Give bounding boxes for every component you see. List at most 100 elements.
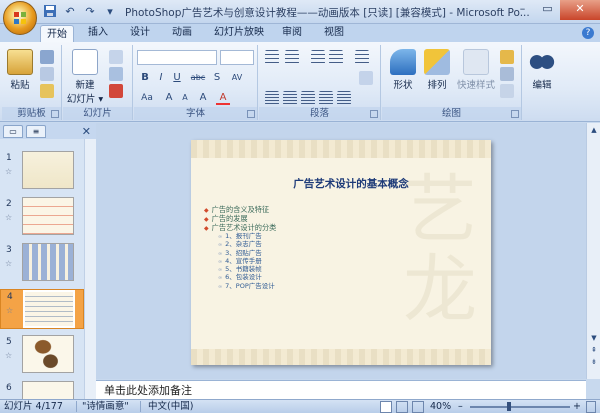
slide-title[interactable]: 广告艺术设计的基本概念	[231, 176, 471, 191]
animation-star-icon: ☆	[6, 306, 14, 315]
theme-name[interactable]: "诗情画意"	[82, 401, 129, 413]
slide-thumbnail[interactable]: 3 ☆	[0, 243, 84, 283]
shrink-font-button[interactable]: A	[178, 91, 192, 105]
align-right-icon[interactable]	[301, 91, 315, 105]
bullet-item: ◆ 广告艺术设计的分类	[204, 223, 277, 232]
paragraph-launcher-icon[interactable]	[370, 110, 378, 118]
minimize-button[interactable]: –	[510, 0, 535, 20]
tab-design[interactable]: 设计	[124, 24, 156, 42]
zoom-slider[interactable]	[470, 406, 570, 408]
save-icon[interactable]	[42, 4, 58, 20]
slide-thumbnail[interactable]: 6	[0, 381, 84, 399]
slide-editing-area: 艺龙 广告艺术设计的基本概念 ◆ 广告的含义及特征 ◆ 广告的发展 ◆ 广告艺术设计的…	[96, 123, 586, 379]
quick-styles-button[interactable]: 快速样式	[454, 49, 498, 91]
outline-tab[interactable]: ≡	[26, 125, 46, 138]
slide-scrollbar[interactable]: ▲ ▼ ⇞ ⇟	[586, 123, 600, 379]
thumbnails-scrollbar[interactable]	[84, 139, 96, 399]
justify-icon[interactable]	[319, 91, 333, 105]
slide-thumbnail[interactable]: 1 ☆	[0, 151, 84, 191]
maximize-button[interactable]: ▭	[535, 0, 560, 20]
zoom-level[interactable]: 40%	[430, 401, 451, 413]
font-size-combo[interactable]	[220, 50, 254, 65]
slide-bullet-list[interactable]: ◆ 广告的含义及特征 ◆ 广告的发展 ◆ 广告艺术设计的分类 ∞ 1、报刊广告 ∞ 2、杂…	[204, 205, 424, 290]
status-separator	[140, 401, 141, 412]
format-painter-icon[interactable]	[40, 84, 54, 98]
cut-icon[interactable]	[40, 50, 54, 64]
slides-tab[interactable]: ▭	[3, 125, 23, 138]
strikethrough-button[interactable]: abc	[188, 71, 208, 85]
redo-icon[interactable]: ↷	[82, 4, 98, 20]
char-spacing-button[interactable]: AV	[228, 71, 246, 85]
editing-button[interactable]: 编辑	[526, 49, 558, 91]
grow-font-button[interactable]: A	[162, 91, 176, 105]
slide-thumbnail[interactable]: 2 ☆	[0, 197, 84, 237]
shape-effects-icon[interactable]	[500, 84, 514, 98]
tab-home[interactable]: 开始	[40, 25, 74, 42]
office-button[interactable]	[3, 1, 37, 35]
shape-fill-icon[interactable]	[500, 50, 514, 64]
delete-slide-icon[interactable]	[109, 84, 123, 98]
qat-more-icon[interactable]: ▾	[102, 4, 118, 20]
next-slide-icon[interactable]: ⇟	[589, 357, 599, 367]
tab-review[interactable]: 审阅	[276, 24, 308, 42]
columns-icon[interactable]	[337, 91, 351, 105]
fit-slide-icon[interactable]	[586, 401, 596, 413]
slides-pane: ▭ ≡ ✕ 1 ☆ 2 ☆ 3 ☆ 4 ☆ 5 ☆ 6	[0, 123, 96, 399]
clipboard-launcher-icon[interactable]	[51, 110, 59, 118]
font-name-combo[interactable]	[137, 50, 217, 65]
slides-group-label: 幻灯片	[63, 107, 132, 120]
normal-view-icon[interactable]	[380, 401, 392, 413]
align-left-icon[interactable]	[265, 91, 279, 105]
underline-button[interactable]: U	[170, 71, 184, 85]
tab-insert[interactable]: 插入	[82, 24, 114, 42]
bullets-icon[interactable]	[265, 50, 279, 64]
sub-bullet-item: ∞ 4、宣传手册	[218, 256, 262, 265]
layout-icon[interactable]	[109, 50, 123, 64]
slide-thumbnail[interactable]: 5 ☆	[0, 335, 84, 375]
undo-icon[interactable]: ↶	[62, 4, 78, 20]
text-direction-icon[interactable]	[359, 71, 373, 85]
slideshow-view-icon[interactable]	[412, 401, 424, 413]
zoom-slider-thumb[interactable]	[507, 402, 511, 411]
paste-button[interactable]: 粘贴	[5, 49, 35, 91]
notes-pane[interactable]: 单击此处添加备注	[96, 380, 586, 399]
line-spacing-icon[interactable]	[355, 50, 369, 64]
increase-indent-icon[interactable]	[329, 50, 343, 64]
zoom-in-icon[interactable]: +	[573, 401, 581, 413]
bold-button[interactable]: B	[138, 71, 152, 85]
numbering-icon[interactable]	[285, 50, 299, 64]
shadow-button[interactable]: S	[210, 71, 224, 85]
language-indicator[interactable]: 中文(中国)	[148, 401, 193, 413]
close-button[interactable]: ✕	[560, 0, 600, 20]
change-case-button[interactable]: Aa	[138, 91, 156, 105]
decrease-indent-icon[interactable]	[311, 50, 325, 64]
reset-icon[interactable]	[109, 67, 123, 81]
help-icon[interactable]: ?	[582, 27, 594, 39]
copy-icon[interactable]	[40, 67, 54, 81]
arrange-button[interactable]: 排列	[420, 49, 454, 91]
font-color-button[interactable]: A	[216, 91, 230, 105]
zoom-out-icon[interactable]: –	[458, 401, 463, 413]
slide-thumbnail-selected[interactable]: 4 ☆	[0, 289, 84, 329]
shape-outline-icon[interactable]	[500, 67, 514, 81]
new-slide-button[interactable]: 新建 幻灯片 ▾	[65, 49, 105, 105]
animation-star-icon: ☆	[5, 213, 13, 222]
font-launcher-icon[interactable]	[247, 110, 255, 118]
font-group: B I U abc S AV Aa A A A A 字体	[134, 45, 258, 120]
drawing-launcher-icon[interactable]	[511, 110, 519, 118]
tab-animations[interactable]: 动画	[166, 24, 198, 42]
align-center-icon[interactable]	[283, 91, 297, 105]
clear-format-button[interactable]: A	[196, 91, 210, 105]
italic-button[interactable]: I	[154, 71, 168, 85]
scroll-up-icon[interactable]: ▲	[589, 125, 599, 135]
arrange-label: 排列	[427, 80, 447, 91]
scroll-down-icon[interactable]: ▼	[589, 333, 599, 343]
tab-slideshow[interactable]: 幻灯片放映	[208, 24, 270, 42]
tab-view[interactable]: 视图	[318, 24, 350, 42]
previous-slide-icon[interactable]: ⇞	[589, 345, 599, 355]
shapes-button[interactable]: 形状	[386, 49, 420, 91]
slide-sorter-icon[interactable]	[396, 401, 408, 413]
pane-close-icon[interactable]: ✕	[82, 125, 91, 138]
current-slide[interactable]: 艺龙 广告艺术设计的基本概念 ◆ 广告的含义及特征 ◆ 广告的发展 ◆ 广告艺术设计的…	[191, 140, 491, 365]
animation-star-icon: ☆	[5, 259, 13, 268]
